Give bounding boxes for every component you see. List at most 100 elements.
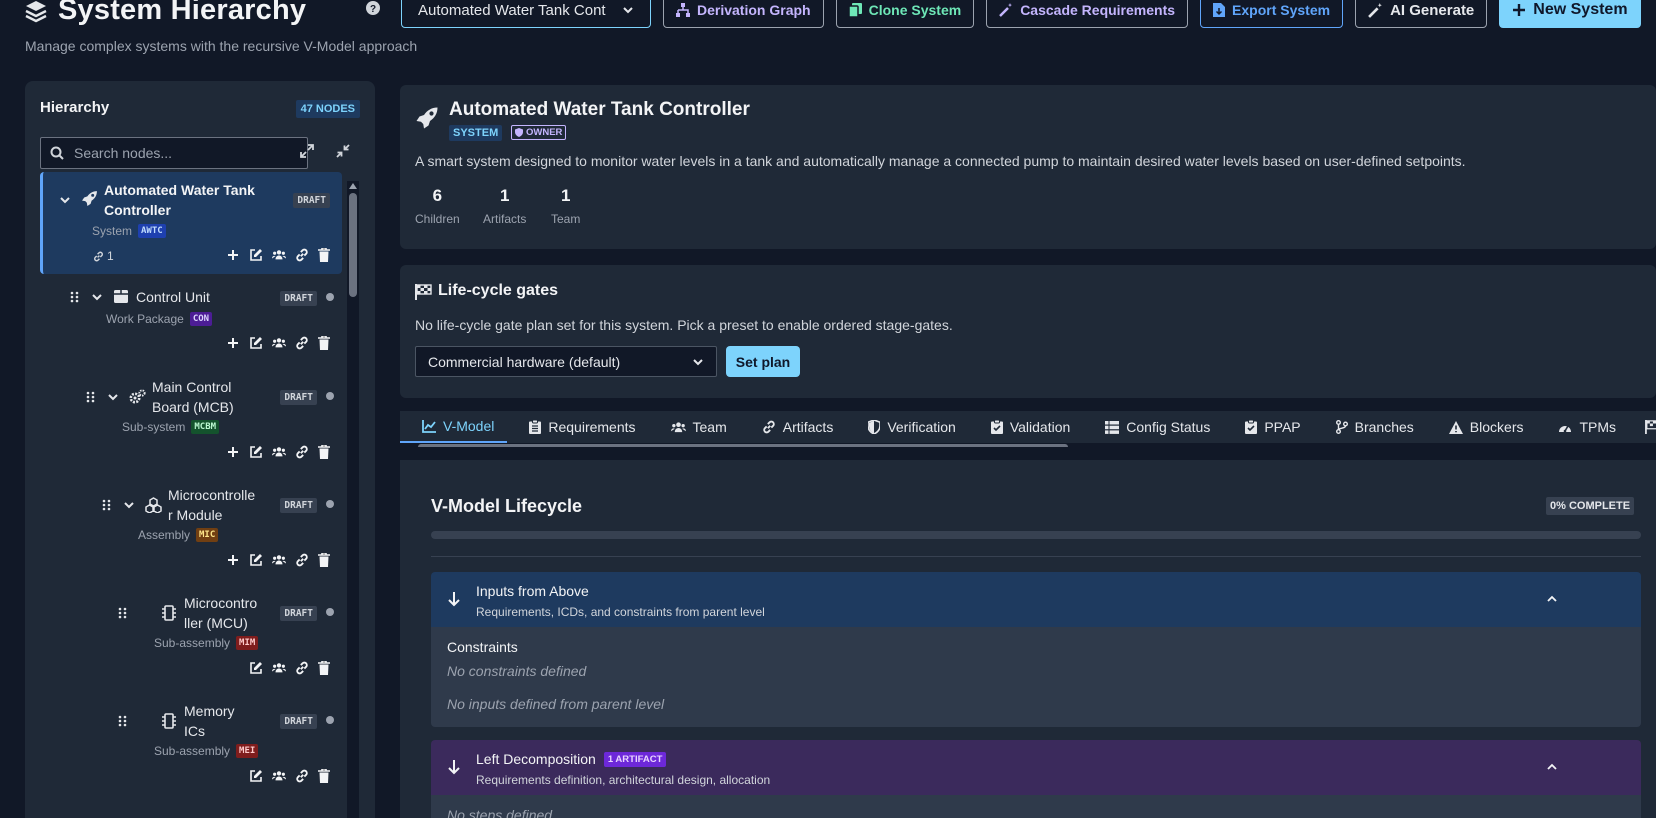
tab-team[interactable]: Team bbox=[649, 411, 740, 443]
link-icon[interactable] bbox=[295, 336, 309, 350]
inputs-from-above-section: Inputs from Above Requirements, ICDs, an… bbox=[431, 572, 1641, 727]
divider bbox=[431, 556, 1641, 557]
new-system-label: New System bbox=[1533, 1, 1628, 18]
cascade-requirements-label: Cascade Requirements bbox=[1020, 2, 1176, 18]
cubes-icon bbox=[145, 497, 162, 513]
tree-node-control-unit[interactable]: Control Unit DRAFT Work Package CON bbox=[40, 281, 342, 359]
tab-branches[interactable]: Branches bbox=[1314, 411, 1427, 443]
add-child-icon[interactable] bbox=[226, 445, 240, 459]
edit-icon[interactable] bbox=[249, 445, 263, 459]
new-system-button[interactable]: New System bbox=[1499, 0, 1641, 28]
trash-icon[interactable] bbox=[318, 661, 330, 675]
link-count: 1 bbox=[93, 249, 114, 263]
link-icon bbox=[762, 420, 776, 434]
tree-scrollbar[interactable] bbox=[347, 181, 359, 818]
ai-generate-button[interactable]: AI Generate bbox=[1355, 0, 1488, 28]
sitemap-icon bbox=[676, 3, 690, 17]
clone-system-button[interactable]: Clone System bbox=[835, 0, 975, 28]
page-title: System Hierarchy bbox=[58, 0, 307, 26]
export-system-button[interactable]: Export System bbox=[1200, 0, 1344, 28]
add-child-icon[interactable] bbox=[226, 553, 240, 567]
add-child-icon[interactable] bbox=[226, 248, 240, 262]
scroll-up-arrow[interactable] bbox=[349, 183, 357, 189]
help-icon[interactable]: ? bbox=[366, 1, 380, 15]
cascade-requirements-button[interactable]: Cascade Requirements bbox=[986, 0, 1189, 28]
chevron-down-icon[interactable] bbox=[123, 499, 135, 511]
trash-icon[interactable] bbox=[318, 553, 330, 567]
tabs-scrollbar[interactable] bbox=[400, 443, 1656, 447]
lifecycle-gates-card: Life-cycle gates No life-cycle gate plan… bbox=[400, 265, 1656, 398]
tree-node-microcontroller-module[interactable]: Microcontrolle r Module DRAFT Assembly M… bbox=[40, 482, 342, 578]
trash-icon[interactable] bbox=[318, 769, 330, 783]
users-icon bbox=[670, 421, 686, 434]
expand-all-icon[interactable] bbox=[300, 144, 314, 158]
collapse-all-icon[interactable] bbox=[336, 144, 350, 158]
tab-blockers[interactable]: Blockers bbox=[1427, 411, 1537, 443]
node-name: Main Control Board (MCB) bbox=[152, 379, 234, 415]
gate-preset-select[interactable]: Commercial hardware (default) bbox=[415, 346, 717, 377]
add-child-icon[interactable] bbox=[226, 336, 240, 350]
drag-handle-icon[interactable] bbox=[118, 715, 127, 727]
chevron-down-icon[interactable] bbox=[107, 391, 119, 403]
status-badge: DRAFT bbox=[280, 498, 317, 513]
tab-config-status[interactable]: Config Status bbox=[1083, 411, 1223, 443]
tree-node-mcu[interactable]: Microcontro ller (MCU) DRAFT Sub-assembl… bbox=[40, 590, 342, 686]
link-icon[interactable] bbox=[295, 553, 309, 567]
users-icon[interactable] bbox=[272, 661, 286, 675]
node-code-badge: MEI bbox=[236, 744, 259, 758]
drag-handle-icon[interactable] bbox=[70, 291, 79, 303]
users-icon[interactable] bbox=[272, 553, 286, 567]
system-select[interactable]: Automated Water Tank Cont bbox=[401, 0, 651, 28]
node-actions bbox=[226, 445, 330, 459]
tab-verification[interactable]: Verification bbox=[846, 411, 968, 443]
users-icon[interactable] bbox=[272, 248, 286, 262]
chevron-up-icon[interactable] bbox=[1546, 593, 1558, 605]
gauge-icon bbox=[1558, 421, 1572, 433]
scroll-thumb[interactable] bbox=[349, 193, 357, 297]
trash-icon[interactable] bbox=[318, 445, 330, 459]
derivation-graph-button[interactable]: Derivation Graph bbox=[663, 0, 824, 28]
chevron-down-icon[interactable] bbox=[91, 291, 103, 303]
node-count-badge: 47 NODES bbox=[295, 100, 360, 118]
tab-v-model[interactable]: V-Model bbox=[400, 411, 508, 443]
tab-more[interactable] bbox=[1629, 411, 1656, 443]
trash-icon[interactable] bbox=[318, 336, 330, 350]
users-icon[interactable] bbox=[272, 769, 286, 783]
tab-tpms[interactable]: TPMs bbox=[1536, 411, 1629, 443]
edit-icon[interactable] bbox=[249, 336, 263, 350]
page-header: System Hierarchy bbox=[24, 0, 306, 27]
trash-icon[interactable] bbox=[318, 248, 330, 262]
link-icon[interactable] bbox=[295, 661, 309, 675]
drag-handle-icon[interactable] bbox=[86, 391, 95, 403]
tab-requirements[interactable]: Requirements bbox=[507, 411, 648, 443]
link-icon[interactable] bbox=[295, 769, 309, 783]
stat-artifacts: 1 Artifacts bbox=[483, 186, 527, 226]
set-plan-button[interactable]: Set plan bbox=[726, 346, 800, 377]
tab-ppap[interactable]: PPAP bbox=[1223, 411, 1313, 443]
tree-node-memory-ics[interactable]: Memory ICs DRAFT Sub-assembly MEI bbox=[40, 698, 342, 794]
tree-node-main-control-board[interactable]: Main Control Board (MCB) DRAFT Sub-syste… bbox=[40, 374, 342, 470]
node-name: Control Unit bbox=[136, 289, 210, 305]
tab-validation[interactable]: Validation bbox=[969, 411, 1083, 443]
drag-handle-icon[interactable] bbox=[118, 607, 127, 619]
tab-artifacts[interactable]: Artifacts bbox=[740, 411, 847, 443]
drag-handle-icon[interactable] bbox=[102, 499, 111, 511]
chevron-up-icon[interactable] bbox=[1546, 761, 1558, 773]
edit-icon[interactable] bbox=[249, 248, 263, 262]
users-icon[interactable] bbox=[272, 336, 286, 350]
link-icon[interactable] bbox=[295, 248, 309, 262]
left-decomposition-header[interactable]: Left Decomposition 1 ARTIFACT Requiremen… bbox=[431, 740, 1641, 795]
inputs-from-above-header[interactable]: Inputs from Above Requirements, ICDs, an… bbox=[431, 572, 1641, 627]
search-input[interactable] bbox=[74, 145, 274, 161]
edit-icon[interactable] bbox=[249, 553, 263, 567]
tree-node-system[interactable]: Automated Water Tank Controller DRAFT Sy… bbox=[40, 172, 342, 274]
users-icon[interactable] bbox=[272, 445, 286, 459]
chevron-down-icon[interactable] bbox=[59, 194, 71, 206]
edit-icon[interactable] bbox=[249, 769, 263, 783]
node-name: Memory ICs bbox=[184, 703, 235, 739]
link-icon[interactable] bbox=[295, 445, 309, 459]
edit-icon[interactable] bbox=[249, 661, 263, 675]
node-actions bbox=[226, 553, 330, 567]
status-dot bbox=[326, 500, 334, 508]
tabs-scroll-thumb[interactable] bbox=[418, 444, 1068, 447]
